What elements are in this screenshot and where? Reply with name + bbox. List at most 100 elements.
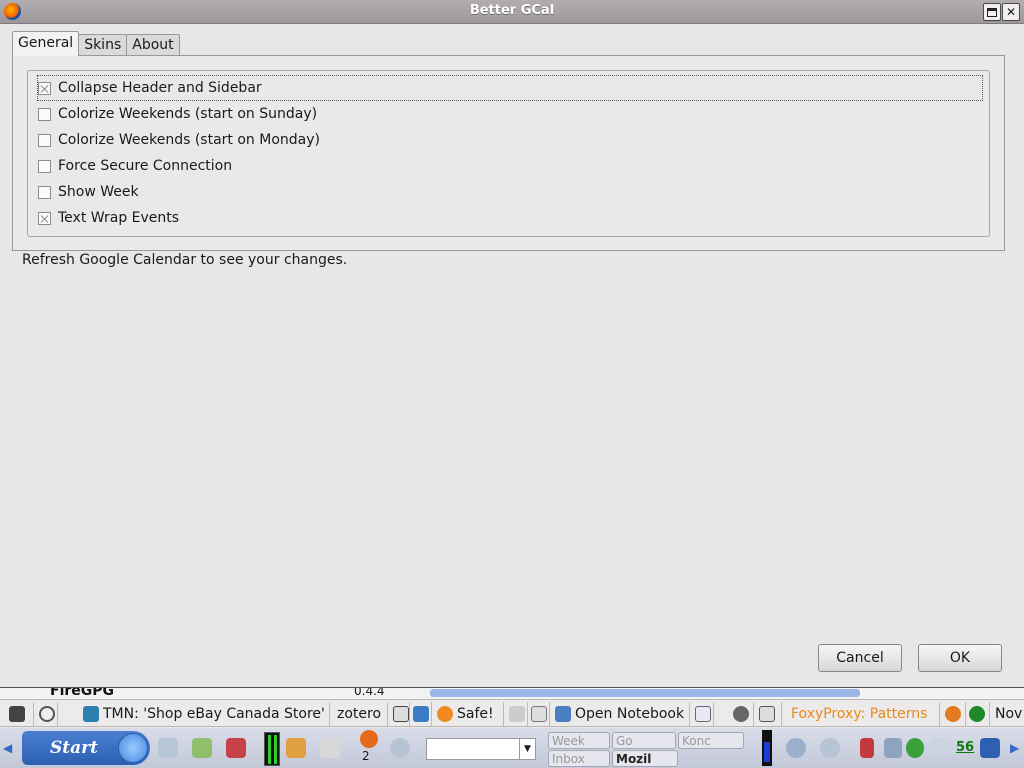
network-icon[interactable] [786,738,806,758]
task-label: Nov [995,706,1023,722]
tab-strip: General Skins About [12,31,180,56]
close-button[interactable]: ✕ [1002,3,1020,21]
tab-general[interactable]: General [12,31,80,56]
option-collapse-header[interactable]: Collapse Header and Sidebar [37,75,983,101]
general-tab-panel: Collapse Header and Sidebar Colorize Wee… [12,55,1005,251]
option-colorize-sunday[interactable]: Colorize Weekends (start on Sunday) [38,102,317,126]
arrow-right-icon[interactable]: ▶ [1010,741,1019,755]
option-label: Collapse Header and Sidebar [58,80,262,96]
checkbox-force-secure[interactable] [38,159,51,173]
zoom-icon[interactable] [820,738,840,758]
sync-icon [413,706,429,722]
chevron-down-icon[interactable]: ▼ [519,739,535,759]
mail-icon [759,706,775,722]
task-cloud[interactable] [730,702,754,726]
checkbox-collapse-header[interactable] [38,81,51,95]
task-calendar[interactable] [692,702,714,726]
checkbox-show-week[interactable] [38,185,51,199]
task-zotero[interactable]: zotero [334,702,388,726]
task-gp[interactable] [528,702,550,726]
background-scrollbar[interactable] [430,689,860,697]
mini-window-konc[interactable]: Konc [678,732,744,749]
tab-about[interactable]: About [126,34,180,56]
home-icon[interactable] [286,738,306,758]
notes-icon[interactable] [320,738,340,758]
options-groupbox: Collapse Header and Sidebar Colorize Wee… [27,70,990,237]
start-button[interactable]: Start [22,731,150,765]
checkbox-text-wrap[interactable] [38,211,51,225]
notebook-icon [555,706,571,722]
carrot-icon [437,706,453,722]
option-colorize-monday[interactable]: Colorize Weekends (start on Monday) [38,128,320,152]
task-sync[interactable] [410,702,432,726]
checkbox-colorize-monday[interactable] [38,133,51,147]
title-bar: Better GCal ✕ [0,0,1024,24]
firefox-icon[interactable] [360,730,378,748]
mini-window-inbox[interactable]: Inbox [548,750,610,767]
background-addon-version: 0.4.4 [354,687,385,698]
signal-icon[interactable] [860,738,874,758]
tab-skins[interactable]: Skins [78,34,128,56]
tmn-icon [83,706,99,722]
keyboard-icon[interactable] [980,738,1000,758]
terminal-icon[interactable] [226,738,246,758]
taskbar-row-1: TMN: 'Shop eBay Canada Store' zotero Saf… [0,699,1024,727]
maximize-button[interactable] [983,3,1001,21]
mini-window-week[interactable]: Week [548,732,610,749]
task-status[interactable] [966,702,990,726]
option-label: Colorize Weekends (start on Sunday) [58,106,318,122]
mini-label: Mozil [616,751,652,766]
maximize-icon [987,7,997,17]
window-title: Better GCal [469,3,555,18]
mini-label: Week [552,733,585,748]
image-icon [509,706,525,722]
start-label: Start [50,738,98,758]
mini-label: Go [616,733,633,748]
gear-icon[interactable] [158,738,178,758]
mini-window-go[interactable]: Go [612,732,676,749]
clock-applet[interactable] [36,702,58,726]
taskbar-combo[interactable]: ▼ [426,738,536,760]
checkbox-colorize-sunday[interactable] [38,107,51,121]
task-label: zotero [337,706,382,722]
task-nov[interactable]: Nov [992,702,1024,726]
task-mail[interactable] [756,702,782,726]
option-text-wrap[interactable]: Text Wrap Events [38,206,179,230]
task-foxyproxy[interactable]: FoxyProxy: Patterns [788,702,940,726]
task-open-notebook[interactable]: Open Notebook [552,702,690,726]
calendar-icon [695,706,711,722]
desktop-number[interactable]: 2 [362,749,370,763]
ok-button[interactable]: OK [918,644,1002,672]
window-list-icon [9,706,25,722]
arrow-left-icon[interactable]: ◀ [3,741,12,755]
status-icon [969,706,985,722]
option-force-secure[interactable]: Force Secure Connection [38,154,232,178]
cpu-monitor [264,732,280,766]
task-safe[interactable]: Safe! [434,702,504,726]
mem-monitor [762,730,772,766]
task-tmn[interactable]: TMN: 'Shop eBay Canada Store' [80,702,330,726]
search-icon[interactable] [390,738,410,758]
option-label: Colorize Weekends (start on Monday) [58,132,320,148]
task-label: Open Notebook [575,706,685,722]
mini-label: Inbox [552,751,585,766]
balls-icon[interactable] [906,738,924,758]
cancel-button[interactable]: Cancel [818,644,902,672]
option-show-week[interactable]: Show Week [38,180,139,204]
task-fox[interactable] [942,702,966,726]
tray-number: 56 [956,740,975,755]
task-label: TMN: 'Shop eBay Canada Store' [103,706,325,722]
fox-icon [945,706,961,722]
mini-window-mozilla[interactable]: Mozil [612,750,678,767]
magnifier-icon[interactable] [930,738,948,758]
option-label: Text Wrap Events [58,210,180,226]
task-editor[interactable] [390,702,410,726]
task-image[interactable] [506,702,528,726]
edit-icon [393,706,409,722]
mini-label: Konc [682,733,711,748]
window-list-button[interactable] [6,702,34,726]
pencil-icon[interactable] [192,738,212,758]
gp-icon [531,706,547,722]
volume-icon[interactable] [884,738,902,758]
refresh-hint: Refresh Google Calendar to see your chan… [22,252,348,268]
